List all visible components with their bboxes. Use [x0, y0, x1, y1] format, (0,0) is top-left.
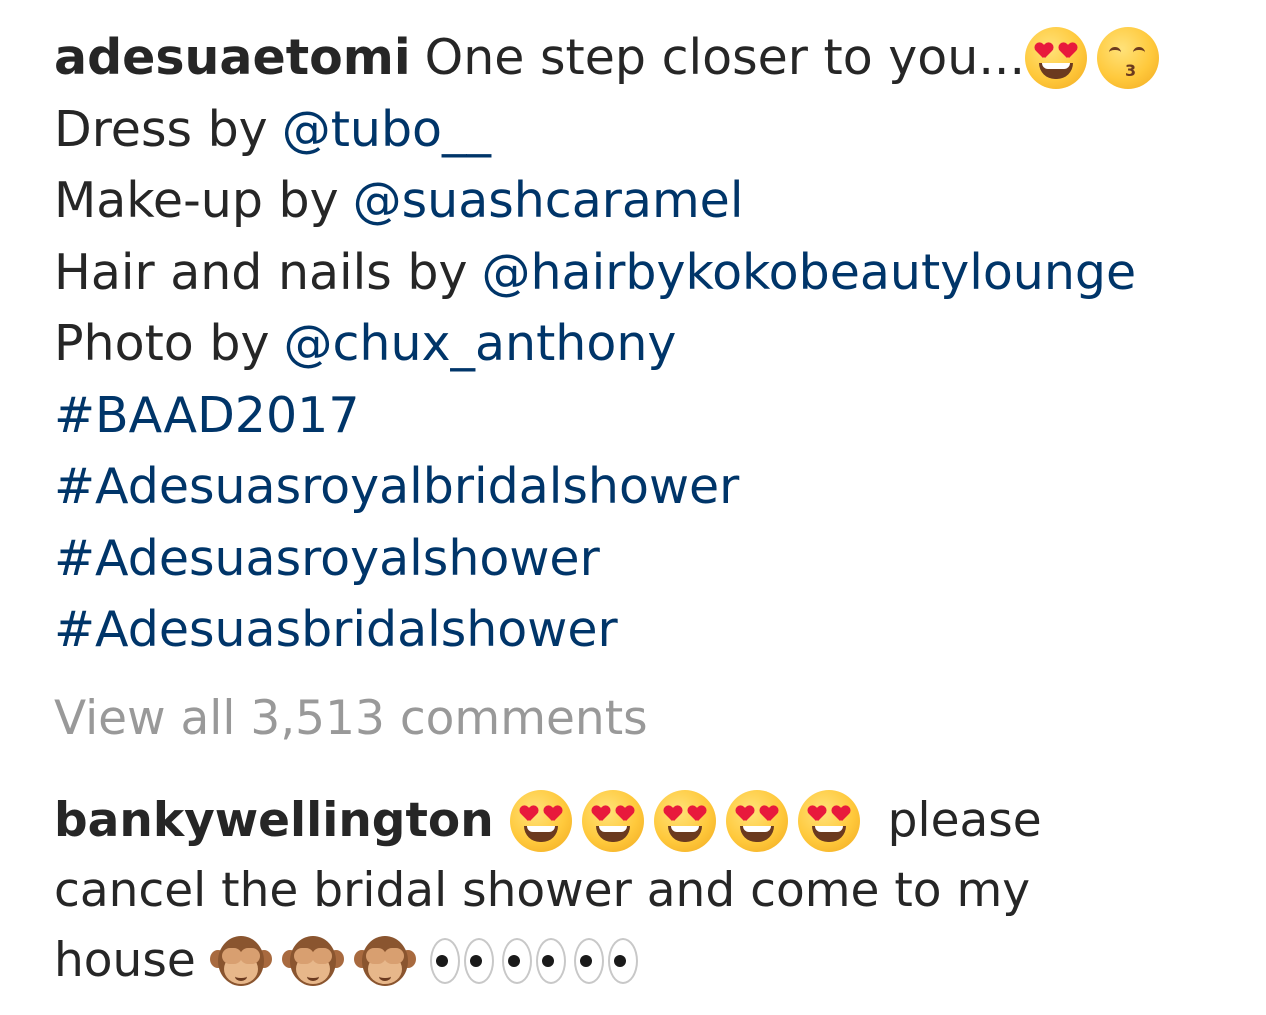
credit-prefix: Photo by [54, 315, 270, 372]
smiling-face-heart-eyes-icon [653, 789, 716, 852]
see-no-evil-monkey-icon [281, 930, 344, 992]
credit-line-hair: Hair and nails by @hairbykokobeautyloung… [54, 237, 1234, 309]
smiling-face-heart-eyes-icon [725, 789, 788, 852]
comment-line-1: bankywellington please [54, 786, 1234, 856]
comment-text: please [887, 792, 1042, 848]
hashtag-link[interactable]: #Adesuasroyalshower [54, 523, 600, 595]
mention-link[interactable]: @tubo__ [282, 94, 491, 166]
comment-text: house [54, 932, 196, 988]
smiling-face-heart-eyes-icon [509, 789, 572, 852]
hashtag-line: #Adesuasroyalshower [54, 523, 1234, 595]
eyes-icon [498, 930, 570, 992]
hashtag-line: #Adesuasbridalshower [54, 594, 1234, 666]
hashtag-line: #BAAD2017 [54, 380, 1234, 452]
mention-link[interactable]: @suashcaramel [353, 165, 744, 237]
smiling-face-heart-eyes-icon [581, 789, 644, 852]
comment-text: cancel the bridal shower and come to my [54, 862, 1031, 918]
caption-text: One step closer to you... [424, 29, 1026, 86]
credit-prefix: Make-up by [54, 172, 339, 229]
comment: bankywellington please cancel the bridal… [54, 786, 1234, 996]
credit-prefix: Hair and nails by [54, 243, 468, 301]
kissing-smiling-eyes-icon: 3 [1097, 26, 1160, 89]
post-author-username[interactable]: adesuaetomi [54, 22, 411, 94]
hashtag-link[interactable]: #Adesuasbridalshower [54, 594, 618, 666]
hashtag-line: #Adesuasroyalbridalshower [54, 451, 1234, 523]
smiling-face-heart-eyes-icon [1025, 26, 1088, 89]
credit-prefix: Dress by [54, 100, 268, 158]
mention-link[interactable]: @chux_anthony [283, 308, 676, 380]
hashtag-link[interactable]: #BAAD2017 [54, 380, 360, 452]
comment-line-2: cancel the bridal shower and come to my [54, 856, 1234, 926]
comment-line-3: house [54, 926, 1234, 996]
see-no-evil-monkey-icon [353, 930, 416, 992]
mention-link[interactable]: @hairbykokobeautylounge [482, 237, 1137, 309]
view-all-comments-link[interactable]: View all 3,513 comments [54, 684, 1234, 754]
caption-line-1: adesuaetomi One step closer to you... 3 [54, 22, 1234, 94]
smiling-face-heart-eyes-icon [797, 789, 860, 852]
instagram-post-caption-area: adesuaetomi One step closer to you... 3 … [54, 22, 1234, 996]
see-no-evil-monkey-icon [209, 930, 272, 992]
hashtag-link[interactable]: #Adesuasroyalbridalshower [54, 451, 739, 523]
comment-author-username[interactable]: bankywellington [54, 786, 494, 856]
credit-line-makeup: Make-up by @suashcaramel [54, 165, 1234, 237]
eyes-icon [570, 930, 642, 992]
eyes-icon [426, 930, 498, 992]
credit-line-dress: Dress by @tubo__ [54, 94, 1234, 166]
credit-line-photo: Photo by @chux_anthony [54, 308, 1234, 380]
